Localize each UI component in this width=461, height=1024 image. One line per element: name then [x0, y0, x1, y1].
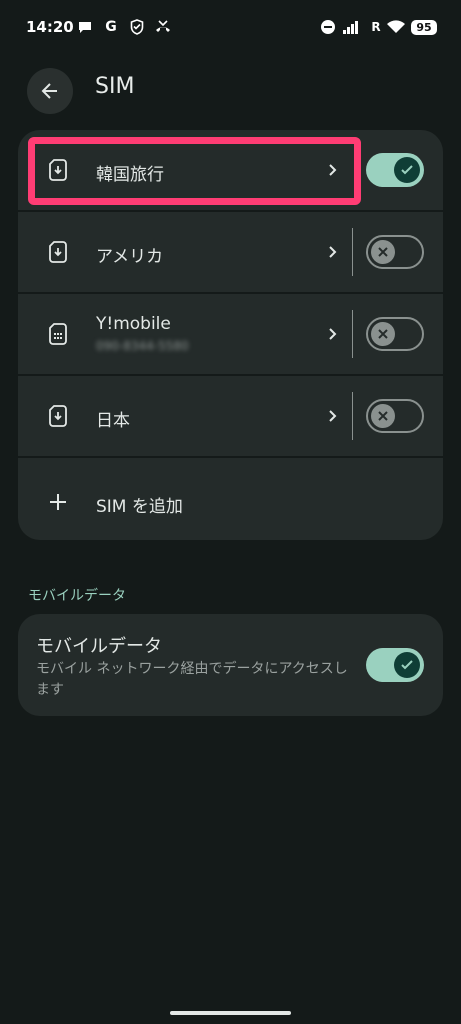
sim-card-icon — [49, 323, 67, 345]
sim-row-america[interactable]: アメリカ — [18, 212, 443, 292]
check-icon — [401, 165, 413, 175]
esim-download-icon — [49, 405, 67, 427]
sim-toggle[interactable] — [366, 235, 424, 269]
toggle-knob — [371, 240, 395, 264]
mobile-data-description: モバイル ネットワーク経由でデータにアクセスします — [36, 661, 348, 698]
esim-download-icon — [49, 241, 67, 263]
mobile-data-title: モバイルデータ — [36, 636, 162, 657]
toggle-knob — [394, 652, 420, 678]
plus-icon — [50, 494, 66, 510]
sim-row-ymobile[interactable]: Y!mobile 090-8344-5580 — [18, 294, 443, 374]
signal-icon — [343, 18, 365, 36]
highlight-box — [28, 137, 361, 205]
toggle-knob — [371, 404, 395, 428]
sim-phone-number: 090-8344-5580 — [96, 339, 189, 353]
back-button[interactable] — [27, 68, 73, 114]
add-sim-row[interactable]: SIM を追加 — [18, 458, 443, 538]
close-icon — [378, 329, 388, 339]
mobile-data-card[interactable]: モバイルデータ モバイル ネットワーク経由でデータにアクセスします — [18, 614, 443, 716]
status-bar: 14:20 G R 95 — [0, 0, 461, 56]
sim-toggle[interactable] — [366, 317, 424, 351]
add-sim-label: SIM を追加 — [96, 497, 183, 517]
sim-name: Y!mobile — [96, 314, 171, 334]
status-time: 14:20 — [26, 18, 74, 36]
arrow-back-icon — [41, 83, 57, 99]
wifi-icon — [387, 18, 405, 36]
chevron-right-icon — [329, 328, 337, 340]
vertical-separator — [352, 392, 353, 440]
close-icon — [378, 411, 388, 421]
vertical-separator — [352, 310, 353, 358]
sim-toggle[interactable] — [366, 153, 424, 187]
vertical-separator — [352, 228, 353, 276]
sim-name: 日本 — [96, 411, 130, 431]
sim-name: アメリカ — [96, 247, 164, 267]
shield-icon — [128, 18, 146, 36]
page-title: SIM — [95, 74, 135, 99]
google-icon: G — [105, 19, 117, 35]
roaming-indicator: R — [371, 20, 381, 34]
chevron-right-icon — [329, 246, 337, 258]
sim-toggle[interactable] — [366, 399, 424, 433]
close-icon — [378, 247, 388, 257]
check-icon — [401, 660, 413, 670]
do-not-disturb-icon — [319, 18, 337, 36]
mobile-data-toggle[interactable] — [366, 648, 424, 682]
section-header-mobile-data: モバイルデータ — [28, 588, 126, 604]
battery-indicator: 95 — [411, 19, 437, 35]
toggle-knob — [371, 322, 395, 346]
home-indicator[interactable] — [170, 1011, 291, 1015]
toggle-knob — [394, 157, 420, 183]
chevron-right-icon — [329, 410, 337, 422]
chat-icon — [76, 18, 94, 36]
missed-call-icon — [154, 18, 172, 36]
sim-row-japan[interactable]: 日本 — [18, 376, 443, 456]
